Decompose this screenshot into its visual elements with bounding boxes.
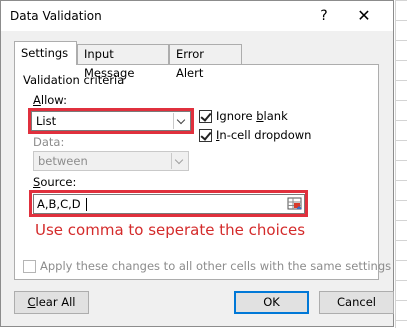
ok-button[interactable]: OK [234, 291, 309, 314]
source-label: Source: [33, 175, 77, 189]
validation-criteria-heading: Validation criteria [23, 73, 125, 87]
tab-error-alert[interactable]: Error Alert [169, 44, 242, 80]
clear-all-button[interactable]: Clear All [14, 291, 89, 314]
tab-input-message[interactable]: Input Message [77, 44, 169, 80]
in-cell-dropdown-checkbox[interactable] [199, 129, 212, 142]
data-label: Data: [33, 135, 65, 149]
in-cell-dropdown-label: In-cell dropdown [216, 128, 312, 142]
spreadsheet-background [395, 0, 407, 328]
help-question-icon[interactable]: ? [313, 5, 335, 27]
allow-value: List [36, 114, 57, 128]
chevron-down-icon [171, 153, 187, 169]
ignore-blank-label: Ignore blank [216, 109, 288, 123]
range-selector-icon[interactable] [287, 196, 303, 212]
ignore-blank-checkbox[interactable] [199, 110, 212, 123]
close-icon[interactable]: ✕ [347, 4, 381, 28]
tab-settings[interactable]: Settings [14, 41, 77, 65]
allow-dropdown[interactable]: List [31, 111, 191, 131]
dialog-title: Data Validation [10, 9, 102, 23]
source-value: A,B,C,D [37, 197, 81, 211]
title-bar: Data Validation ? ✕ [1, 1, 393, 31]
annotation-text: Use comma to seperate the choices [35, 221, 306, 239]
text-caret [86, 198, 87, 211]
data-value: between [38, 154, 88, 168]
data-dropdown: between [33, 151, 189, 171]
source-input[interactable]: A,B,C,D [33, 194, 305, 214]
apply-all-label: Apply these changes to all other cells w… [40, 259, 392, 273]
settings-tab-panel [14, 64, 379, 280]
cancel-button[interactable]: Cancel [319, 291, 394, 314]
allow-label: Allow: [33, 93, 67, 107]
apply-all-checkbox[interactable] [23, 260, 36, 273]
data-validation-dialog: Data Validation ? ✕ Settings Input Messa… [0, 0, 394, 327]
chevron-down-icon[interactable] [173, 113, 189, 129]
